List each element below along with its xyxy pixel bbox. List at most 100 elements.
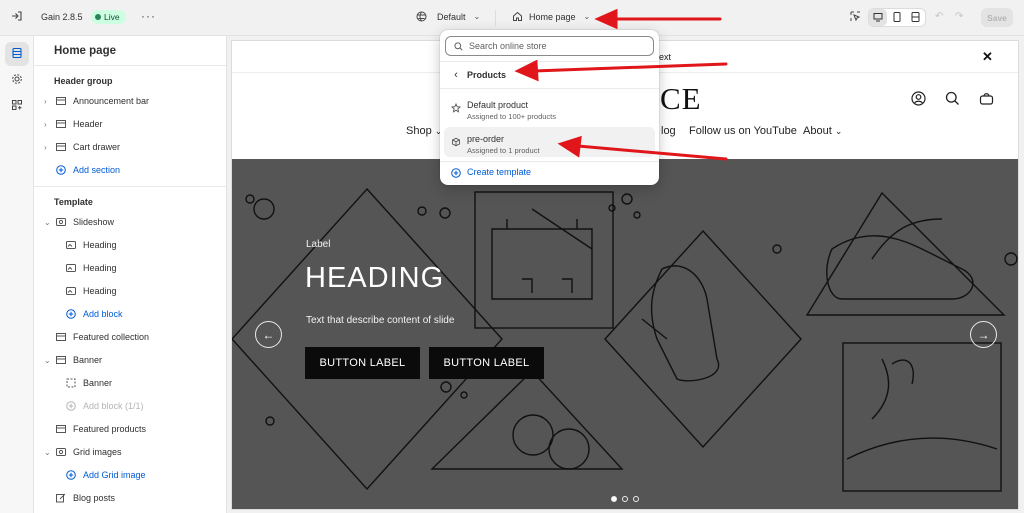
desktop-icon (873, 12, 883, 24)
divider (440, 161, 659, 162)
sidebar-item-label: Featured collection (73, 332, 150, 342)
slideshow-icon (54, 446, 68, 458)
sidebar-item-header[interactable]: › Header (44, 114, 103, 134)
header-group-label: Header group (54, 76, 113, 86)
app-embeds-button[interactable] (5, 94, 29, 118)
undo-icon: ↶ (935, 11, 944, 22)
slideshow-icon (54, 216, 68, 228)
exit-icon (11, 10, 23, 22)
chevron-left-icon: ‹ (454, 69, 458, 81)
slide-button-1[interactable]: BUTTON LABEL (305, 347, 420, 379)
close-icon[interactable]: ✕ (982, 49, 993, 65)
page-selector[interactable]: Home page ⌄ (512, 11, 590, 22)
live-dot-icon (95, 14, 101, 20)
template-option-default-product[interactable]: Default product Assigned to 100+ product… (444, 93, 655, 123)
apps-icon (11, 99, 23, 113)
section-icon (54, 95, 68, 107)
divider (440, 88, 659, 89)
theme-settings-button[interactable] (5, 68, 29, 92)
account-icon[interactable] (911, 91, 926, 108)
sidebar-item-label: Announcement bar (73, 96, 150, 106)
divider (34, 65, 226, 66)
slide-next-button[interactable]: → (970, 321, 997, 348)
search-icon[interactable] (945, 91, 960, 108)
template-option-title: Default product (467, 100, 529, 110)
nav-about[interactable]: About ⌄ (803, 125, 842, 137)
add-grid-image-button[interactable]: Add Grid image (64, 465, 146, 485)
star-icon (450, 102, 462, 114)
section-icon (54, 118, 68, 130)
back-to-products-button[interactable]: ‹ Products (444, 65, 655, 85)
save-button[interactable]: Save (981, 8, 1013, 27)
sections-icon (11, 47, 23, 61)
sidebar-block-banner[interactable]: Banner (64, 373, 112, 393)
divider (440, 61, 659, 62)
exit-button[interactable] (11, 10, 23, 22)
add-section-label: Add section (73, 165, 121, 175)
theme-selector[interactable]: Default ⌄ (416, 11, 480, 22)
left-rail (0, 36, 34, 513)
slide-dot[interactable] (622, 496, 628, 502)
sidebar-item-grid-images[interactable]: ⌄ Grid images (44, 442, 122, 462)
back-label: Products (467, 70, 507, 80)
search-placeholder: Search online store (469, 41, 547, 51)
template-search-input[interactable]: Search online store (445, 36, 654, 56)
sections-button[interactable] (5, 42, 29, 66)
sidebar-item-label: Slideshow (73, 217, 115, 227)
block-icon (64, 262, 78, 274)
slide-button-2[interactable]: BUTTON LABEL (429, 347, 544, 379)
slide-heading: HEADING (305, 262, 445, 294)
inspector-button[interactable] (850, 11, 861, 22)
block-label: Heading (83, 263, 117, 273)
page-selector-label: Home page (529, 11, 576, 22)
mobile-view-button[interactable] (887, 9, 906, 26)
ellipsis-icon: ··· (141, 9, 156, 23)
nav-blog[interactable]: log (661, 125, 676, 137)
block-label: Heading (83, 286, 117, 296)
section-icon (54, 141, 68, 153)
redo-icon: ↷ (955, 11, 964, 22)
fullscreen-view-button[interactable] (906, 9, 925, 26)
slide-dot[interactable] (633, 496, 639, 502)
store-logo[interactable]: CE (660, 81, 702, 117)
nav-label: Shop (406, 125, 432, 137)
viewport-toggle (868, 8, 926, 27)
nav-shop[interactable]: Shop ⌄ (406, 125, 442, 137)
sidebar-block-heading[interactable]: Heading (64, 281, 117, 301)
plus-circle-icon (64, 308, 78, 320)
template-dropdown: Search online store ‹ Products Default p… (440, 30, 659, 185)
sidebar-item-blog-posts[interactable]: Blog posts (54, 488, 115, 508)
add-block-button[interactable]: Add block (64, 304, 123, 324)
mobile-icon (893, 11, 901, 24)
desktop-view-button[interactable] (869, 9, 887, 26)
template-option-subtitle: Assigned to 1 product (467, 146, 540, 155)
create-template-button[interactable]: Create template (444, 164, 655, 182)
home-icon (512, 11, 523, 22)
block-label: Heading (83, 240, 117, 250)
sidebar-item-slideshow[interactable]: ⌄ Slideshow (44, 212, 114, 232)
sidebar-item-cart-drawer[interactable]: › Cart drawer (44, 137, 120, 157)
sidebar-item-announcement-bar[interactable]: › Announcement bar (44, 91, 149, 111)
undo-button[interactable]: ↶ (935, 11, 943, 22)
add-section-button[interactable]: Add section (54, 160, 120, 180)
sidebar-item-featured-products[interactable]: Featured products (54, 419, 146, 439)
slide-prev-button[interactable]: ← (255, 321, 282, 348)
template-option-pre-order[interactable]: pre-order Assigned to 1 product (444, 127, 655, 157)
live-badge: Live (91, 10, 126, 24)
sidebar-block-heading[interactable]: Heading (64, 235, 117, 255)
slide-dot-active[interactable] (611, 496, 617, 502)
cart-icon[interactable] (979, 91, 994, 108)
sidebar-block-heading[interactable]: Heading (64, 258, 117, 278)
slide-text: Text that describe content of slide (306, 315, 455, 326)
block-label: Banner (83, 378, 113, 388)
nav-youtube[interactable]: Follow us on YouTube (689, 125, 797, 137)
chevron-down-icon: ⌄ (583, 12, 591, 21)
chevron-down-icon: ⌄ (834, 126, 843, 136)
sidebar-item-featured-collection[interactable]: Featured collection (54, 327, 149, 347)
add-block-label: Add block (1/1) (83, 401, 144, 411)
more-actions-button[interactable]: ··· (141, 9, 156, 23)
redo-button[interactable]: ↷ (955, 11, 963, 22)
app-name: Gain 2.8.5 (41, 12, 83, 22)
plus-circle-icon (54, 164, 68, 176)
sidebar-item-banner[interactable]: ⌄ Banner (44, 350, 102, 370)
